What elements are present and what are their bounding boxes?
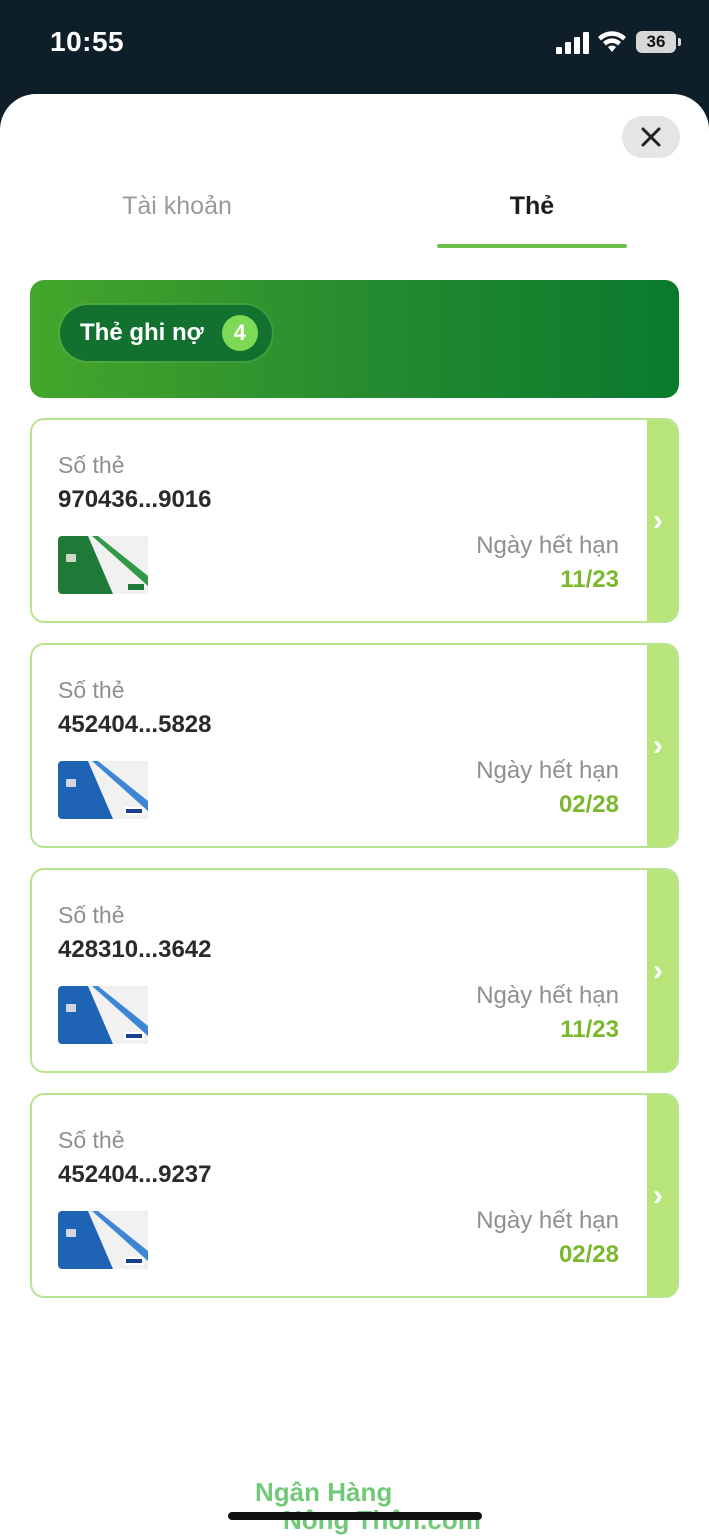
card-item[interactable]: Số thẻ 970436...9016 Ngày hết hạn 11/23 … <box>30 418 679 623</box>
card-number: 970436...9016 <box>58 486 212 513</box>
card-number: 428310...3642 <box>58 936 212 963</box>
debit-card-filter-pill[interactable]: Thẻ ghi nợ 4 <box>60 305 272 361</box>
watermark-line-2: Nông Thôn.com <box>283 1505 481 1535</box>
visa-card-image <box>58 1211 148 1269</box>
wifi-icon <box>598 31 626 52</box>
card-detail-strip[interactable]: › <box>647 645 677 846</box>
card-number-label: Số thẻ <box>58 1127 125 1153</box>
expiry-label: Ngày hết hạn <box>476 757 619 784</box>
card-detail-strip[interactable]: › <box>647 1095 677 1296</box>
expiry-date: 02/28 <box>558 1241 619 1268</box>
status-time: 10:55 <box>50 26 125 57</box>
visa-card-image <box>58 761 148 819</box>
expiry-date: 11/23 <box>560 566 619 593</box>
card-detail-strip[interactable]: › <box>647 870 677 1071</box>
home-indicator[interactable] <box>228 1512 482 1520</box>
card-item[interactable]: Số thẻ 452404...5828 Ngày hết hạn 02/28 … <box>30 643 679 848</box>
chevron-right-icon: › <box>653 954 663 987</box>
close-icon <box>641 127 661 147</box>
chevron-right-icon: › <box>653 729 663 762</box>
card-list: Số thẻ 970436...9016 Ngày hết hạn 11/23 … <box>30 418 679 1318</box>
active-tab-indicator <box>437 244 627 248</box>
card-item[interactable]: Số thẻ 428310...3642 Ngày hết hạn 11/23 … <box>30 868 679 1073</box>
debit-card-label: Thẻ ghi nợ <box>80 319 204 346</box>
expiry-date: 11/23 <box>560 1016 619 1043</box>
section-banner: Thẻ ghi nợ 4 <box>30 280 679 398</box>
debit-card-count-badge: 4 <box>221 315 258 351</box>
visa-card-image <box>58 986 148 1044</box>
card-number-label: Số thẻ <box>58 902 125 928</box>
card-detail-strip[interactable]: › <box>647 420 677 621</box>
expiry-label: Ngày hết hạn <box>476 532 619 559</box>
tab-bar: Tài khoản Thẻ <box>0 192 709 252</box>
chevron-right-icon: › <box>653 504 663 537</box>
card-item[interactable]: Số thẻ 452404...9237 Ngày hết hạn 02/28 … <box>30 1093 679 1298</box>
card-number: 452404...5828 <box>58 711 212 738</box>
status-bar: 10:55 36 <box>0 0 709 94</box>
chevron-right-icon: › <box>653 1179 663 1212</box>
card-number-label: Số thẻ <box>58 677 125 703</box>
watermark: Ngân Hàng Nông Thôn.com <box>255 1478 481 1534</box>
cellular-signal-icon <box>556 32 589 54</box>
close-button[interactable] <box>622 116 680 158</box>
tab-cards[interactable]: Thẻ <box>437 192 627 221</box>
card-number-label: Số thẻ <box>58 452 125 478</box>
card-selection-sheet: Tài khoản Thẻ Thẻ ghi nợ 4 Số thẻ 970436… <box>0 94 709 1536</box>
expiry-label: Ngày hết hạn <box>476 982 619 1009</box>
card-number: 452404...9237 <box>58 1161 212 1188</box>
tab-accounts[interactable]: Tài khoản <box>80 192 274 221</box>
expiry-date: 02/28 <box>558 791 619 818</box>
napas-card-image <box>58 536 148 594</box>
expiry-label: Ngày hết hạn <box>476 1207 619 1234</box>
watermark-line-1: Ngân Hàng <box>255 1477 393 1507</box>
battery-indicator: 36 <box>636 31 681 53</box>
